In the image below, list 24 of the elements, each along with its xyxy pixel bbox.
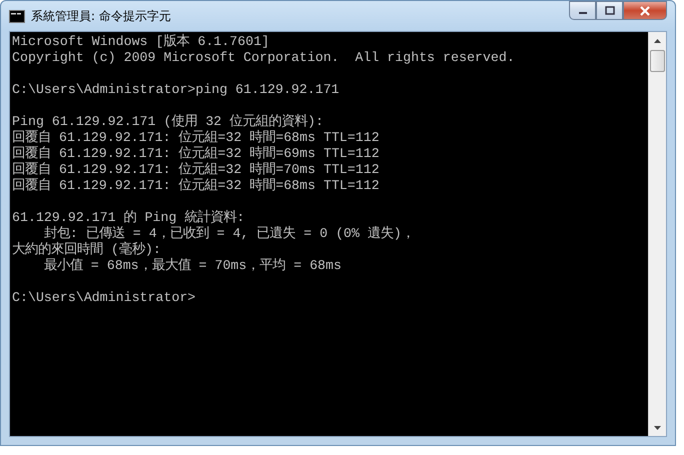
console-line: 最小值 = 68ms，最大值 = 70ms，平均 = 68ms xyxy=(42,258,342,274)
close-icon xyxy=(639,6,651,16)
close-button[interactable] xyxy=(623,1,667,20)
console-line: 回覆自 61.129.92.171: 位元組=32 時間=68ms TTL=112 xyxy=(12,130,380,146)
console-line: 回覆自 61.129.92.171: 位元組=32 時間=70ms TTL=112 xyxy=(12,162,380,178)
down-arrow-icon xyxy=(654,426,661,430)
console-line: 61.129.92.171 的 Ping 統計資料: xyxy=(12,210,245,226)
console-line: Ping 61.129.92.171 (使用 32 位元組的資料): xyxy=(12,114,324,130)
minimize-button[interactable] xyxy=(569,1,596,20)
up-arrow-icon xyxy=(654,38,661,42)
console-line: 大約的來回時間 (毫秒): xyxy=(12,242,161,258)
maximize-icon xyxy=(604,6,614,15)
console-app-icon xyxy=(9,10,25,22)
maximize-button[interactable] xyxy=(596,1,623,20)
console-line: C:\Users\Administrator>ping 61.129.92.171 xyxy=(12,82,340,98)
console-line: C:\Users\Administrator> xyxy=(12,290,196,306)
console-line: 回覆自 61.129.92.171: 位元組=32 時間=69ms TTL=112 xyxy=(12,146,380,162)
window-title: 系統管理員: 命令提示字元 xyxy=(31,8,171,24)
console-line: 封包: 已傳送 = 4，已收到 = 4, 已遺失 = 0 (0% 遺失)， xyxy=(42,226,414,242)
console-line: Copyright (c) 2009 Microsoft Corporation. All rights reserved. xyxy=(12,50,515,66)
scrollbar-thumb[interactable] xyxy=(650,50,665,72)
console-line: 回覆自 61.129.92.171: 位元組=32 時間=68ms TTL=112 xyxy=(12,178,380,194)
console-line: Microsoft Windows [版本 6.1.7601] xyxy=(12,34,270,50)
vertical-scrollbar[interactable] xyxy=(648,32,666,436)
